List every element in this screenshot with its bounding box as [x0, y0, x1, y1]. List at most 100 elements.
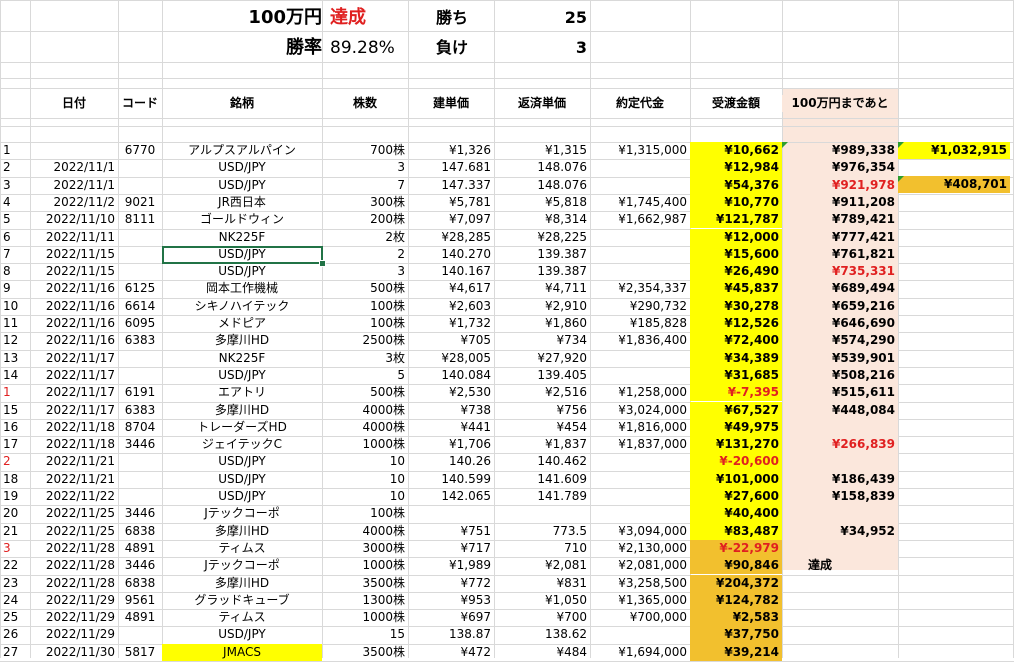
- cell-contract[interactable]: ¥1,694,000: [590, 644, 690, 661]
- cell-qty[interactable]: 4000株: [322, 402, 408, 419]
- cell-remaining[interactable]: [782, 644, 898, 661]
- cell-buy[interactable]: ¥1,989: [408, 557, 494, 574]
- cell-sell[interactable]: ¥1,050: [494, 592, 590, 609]
- cell-buy[interactable]: ¥705: [408, 332, 494, 349]
- cell-no[interactable]: 16: [0, 419, 30, 436]
- cell-remaining[interactable]: 達成: [782, 557, 898, 574]
- cell-remaining[interactable]: [782, 419, 898, 436]
- cell-buy[interactable]: ¥1,326: [408, 142, 494, 159]
- cell-qty[interactable]: 700株: [322, 142, 408, 159]
- cell-remaining[interactable]: ¥515,611: [782, 384, 898, 401]
- cell-qty[interactable]: 100株: [322, 315, 408, 332]
- cell-code[interactable]: 5817: [118, 644, 162, 661]
- cell-no[interactable]: 15: [0, 402, 30, 419]
- cell-code[interactable]: 6614: [118, 298, 162, 315]
- cell-remaining[interactable]: ¥266,839: [782, 436, 898, 453]
- cell-remaining[interactable]: [782, 575, 898, 592]
- cell-sell[interactable]: 141.609: [494, 471, 590, 488]
- cell-received[interactable]: ¥-22,979: [690, 539, 782, 558]
- cell-received[interactable]: ¥39,214: [690, 643, 782, 661]
- cell-no[interactable]: 2: [0, 159, 30, 176]
- cell-name[interactable]: アルプスアルパイン: [162, 142, 322, 159]
- cell-contract[interactable]: [590, 488, 690, 505]
- cell-no[interactable]: 7: [0, 246, 30, 263]
- cell-contract[interactable]: [590, 263, 690, 280]
- cell-contract[interactable]: ¥1,662,987: [590, 211, 690, 228]
- cell-buy[interactable]: 147.337: [408, 177, 494, 194]
- cell-sell[interactable]: 148.076: [494, 159, 590, 176]
- cell-code[interactable]: 9021: [118, 194, 162, 211]
- cell-date[interactable]: 2022/11/29: [30, 592, 118, 609]
- cell-remaining[interactable]: ¥659,216: [782, 298, 898, 315]
- cell-remaining[interactable]: [782, 453, 898, 470]
- cell-code[interactable]: [118, 350, 162, 367]
- cell-name[interactable]: NK225F: [162, 229, 322, 246]
- cell-no[interactable]: 3: [0, 177, 30, 194]
- cell-remaining[interactable]: [782, 592, 898, 609]
- cell-qty[interactable]: 10: [322, 488, 408, 505]
- cell-remaining[interactable]: ¥448,084: [782, 402, 898, 419]
- cell-received[interactable]: ¥54,376: [690, 176, 782, 194]
- cell-sell[interactable]: ¥2,081: [494, 557, 590, 574]
- cell-date[interactable]: 2022/11/29: [30, 626, 118, 643]
- cell-qty[interactable]: 3000株: [322, 540, 408, 557]
- cell-name[interactable]: Jテックコーポ: [162, 505, 322, 522]
- cell-no[interactable]: 8: [0, 263, 30, 280]
- cell-sell[interactable]: ¥454: [494, 419, 590, 436]
- cell-contract[interactable]: ¥1,365,000: [590, 592, 690, 609]
- cell-date[interactable]: 2022/11/25: [30, 505, 118, 522]
- cell-received[interactable]: ¥124,782: [690, 591, 782, 610]
- cell-qty[interactable]: 4000株: [322, 419, 408, 436]
- cell-buy[interactable]: ¥28,005: [408, 350, 494, 367]
- cell-buy[interactable]: 138.87: [408, 626, 494, 643]
- cell-code[interactable]: 6383: [118, 332, 162, 349]
- cell-sell[interactable]: 139.387: [494, 246, 590, 263]
- cell-contract[interactable]: [590, 367, 690, 384]
- cell-name[interactable]: 岡本工作機械: [162, 280, 322, 297]
- cell-qty[interactable]: 300株: [322, 194, 408, 211]
- cell-no[interactable]: 6: [0, 229, 30, 246]
- cell-qty[interactable]: 3500株: [322, 644, 408, 661]
- cell-code[interactable]: [118, 367, 162, 384]
- cell-date[interactable]: 2022/11/21: [30, 471, 118, 488]
- cell-buy[interactable]: 140.084: [408, 367, 494, 384]
- cell-code[interactable]: 4891: [118, 609, 162, 626]
- cell-received[interactable]: ¥131,270: [690, 436, 782, 454]
- cell-remaining[interactable]: ¥921,978: [782, 177, 898, 194]
- cell-no[interactable]: 20: [0, 505, 30, 522]
- cell-buy[interactable]: 140.599: [408, 471, 494, 488]
- cell-no[interactable]: 17: [0, 436, 30, 453]
- cell-contract[interactable]: ¥3,024,000: [590, 402, 690, 419]
- cell-remaining[interactable]: ¥508,216: [782, 367, 898, 384]
- cell-qty[interactable]: 1300株: [322, 592, 408, 609]
- cell-contract[interactable]: [590, 229, 690, 246]
- cell-qty[interactable]: 10: [322, 453, 408, 470]
- cell-contract[interactable]: [590, 350, 690, 367]
- cell-received[interactable]: ¥-20,600: [690, 453, 782, 471]
- cell-received[interactable]: ¥37,750: [690, 626, 782, 644]
- cell-no[interactable]: 21: [0, 523, 30, 540]
- cell-sell[interactable]: ¥2,516: [494, 384, 590, 401]
- cell-buy[interactable]: ¥472: [408, 644, 494, 661]
- cell-name[interactable]: USD/JPY: [162, 471, 322, 488]
- cell-name[interactable]: NK225F: [162, 350, 322, 367]
- cell-name[interactable]: 多摩川HD: [162, 402, 322, 419]
- cell-qty[interactable]: 100株: [322, 505, 408, 522]
- cell-sell[interactable]: 773.5: [494, 523, 590, 540]
- cell-contract[interactable]: [590, 626, 690, 643]
- cell-remaining[interactable]: ¥911,208: [782, 194, 898, 211]
- cell-qty[interactable]: 4000株: [322, 523, 408, 540]
- side-value-top[interactable]: ¥1,032,915: [898, 142, 1010, 159]
- cell-name[interactable]: ティムス: [162, 540, 322, 557]
- cell-remaining[interactable]: [782, 540, 898, 557]
- cell-buy[interactable]: ¥738: [408, 402, 494, 419]
- cell-contract[interactable]: ¥3,258,500: [590, 575, 690, 592]
- cell-name[interactable]: ティムス: [162, 609, 322, 626]
- cell-name[interactable]: トレーダーズHD: [162, 419, 322, 436]
- cell-buy[interactable]: ¥2,530: [408, 384, 494, 401]
- cell-contract[interactable]: ¥1,837,000: [590, 436, 690, 453]
- cell-buy[interactable]: ¥7,097: [408, 211, 494, 228]
- cell-buy[interactable]: ¥772: [408, 575, 494, 592]
- cell-received[interactable]: ¥204,372: [690, 574, 782, 592]
- cell-sell[interactable]: ¥2,910: [494, 298, 590, 315]
